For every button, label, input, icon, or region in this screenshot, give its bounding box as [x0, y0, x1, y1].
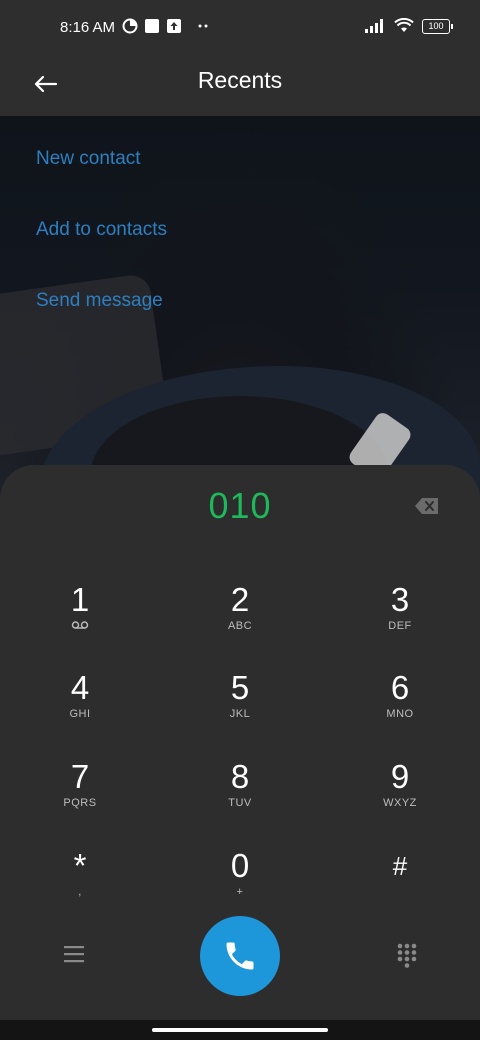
- key-letters: TUV: [228, 797, 252, 809]
- add-to-contacts-link[interactable]: Add to contacts: [36, 219, 167, 241]
- dial-key-2[interactable]: 2 ABC: [180, 582, 300, 662]
- dial-key-4[interactable]: 4 GHI: [20, 670, 140, 750]
- key-digit: 0: [230, 847, 250, 884]
- key-letters: +: [236, 886, 244, 898]
- key-digit: 7: [70, 758, 90, 795]
- menu-icon[interactable]: [62, 943, 86, 965]
- dial-key-7[interactable]: 7 PQRS: [20, 759, 140, 839]
- status-time: 8:16 AM: [60, 19, 116, 36]
- dial-key-6[interactable]: 6 MNO: [340, 670, 460, 750]
- key-letters: ABC: [227, 620, 253, 632]
- status-right: 100: [364, 18, 453, 34]
- key-digit: 4: [70, 669, 90, 706]
- upload-icon: [167, 19, 181, 33]
- key-digit: 9: [390, 758, 410, 795]
- square-notification-icon: [145, 19, 159, 33]
- dial-key-8[interactable]: 8 TUV: [180, 759, 300, 839]
- backspace-icon[interactable]: [414, 496, 440, 516]
- key-digit: *: [73, 847, 87, 884]
- key-digit: 6: [390, 669, 410, 706]
- dial-key-1[interactable]: 1: [20, 582, 140, 662]
- signal-icon: [365, 19, 383, 33]
- dial-key-hash[interactable]: #: [340, 848, 460, 928]
- key-digit: #: [392, 851, 408, 881]
- phone-icon: [226, 942, 254, 970]
- call-button[interactable]: [200, 916, 280, 996]
- key-letters: JKL: [229, 708, 251, 720]
- key-digit: 8: [230, 758, 250, 795]
- wifi-icon: [394, 18, 414, 32]
- dial-key-3[interactable]: 3 DEF: [340, 582, 460, 662]
- status-bar: 8:16 AM 100: [0, 0, 480, 56]
- status-icons-left: [122, 18, 212, 34]
- key-letters: DEF: [388, 620, 412, 632]
- battery-icon: 100: [422, 18, 453, 34]
- voicemail-icon: [20, 620, 140, 633]
- key-letters: ,: [78, 886, 82, 898]
- send-message-link[interactable]: Send message: [36, 290, 163, 312]
- key-letters: MNO: [386, 708, 414, 720]
- dial-key-9[interactable]: 9 WXYZ: [340, 759, 460, 839]
- home-indicator[interactable]: [152, 1028, 328, 1032]
- data-saver-icon: [122, 18, 138, 34]
- key-letters: PQRS: [63, 797, 97, 809]
- more-dots-icon: [198, 24, 208, 28]
- app-bar: Recents: [0, 56, 480, 116]
- key-letters: GHI: [69, 708, 91, 720]
- key-digit: 3: [390, 581, 410, 618]
- key-letters: WXYZ: [383, 797, 417, 809]
- page-title: Recents: [197, 67, 283, 93]
- new-contact-link[interactable]: New contact: [36, 148, 141, 170]
- key-digit: 2: [230, 581, 250, 618]
- dial-key-star[interactable]: * ,: [20, 848, 140, 928]
- dialpad-icon[interactable]: [396, 942, 418, 968]
- key-digit: 5: [230, 669, 250, 706]
- dial-key-5[interactable]: 5 JKL: [180, 670, 300, 750]
- dialed-number[interactable]: 010: [0, 485, 480, 527]
- key-digit: 1: [70, 581, 90, 618]
